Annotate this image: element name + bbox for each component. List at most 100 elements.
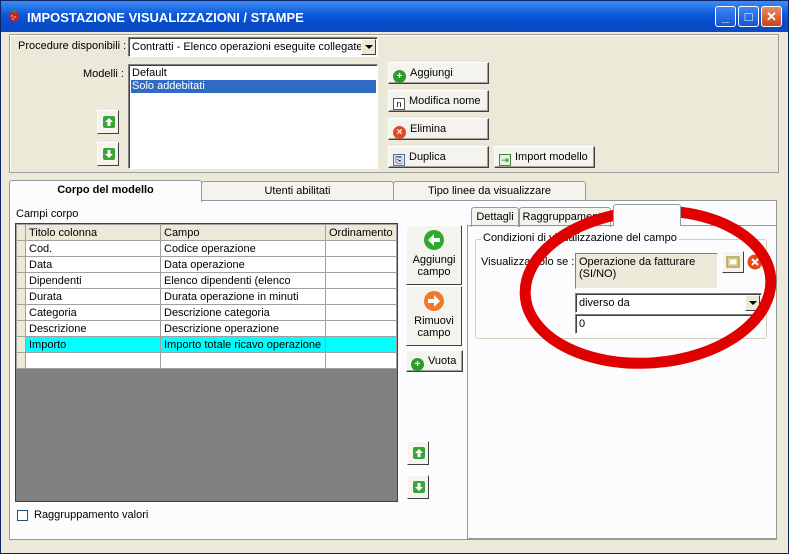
cell-titolo[interactable]: Importo xyxy=(25,336,161,353)
cell-ordinamento[interactable] xyxy=(325,272,397,289)
vuota-label: Vuota xyxy=(428,355,457,367)
campi-corpo-label: Campi corpo xyxy=(16,208,79,220)
rimuovi-campo-line2: campo xyxy=(417,327,451,339)
aggiungi-campo-button[interactable]: Aggiungi campo xyxy=(406,225,462,285)
cell-campo[interactable]: Importo totale ricavo operazione xyxy=(160,336,326,353)
cell-campo[interactable]: Descrizione categoria xyxy=(160,304,326,321)
procedure-label: Procedure disponibili : xyxy=(18,40,127,52)
aggiungi-button[interactable]: + Aggiungi xyxy=(388,62,489,84)
procedure-selected-value: Contratti - Elenco operazioni eseguite c… xyxy=(132,41,363,53)
raggruppamento-checkbox[interactable] xyxy=(17,510,28,521)
cell-ordinamento[interactable] xyxy=(325,256,397,273)
list-item[interactable]: Default xyxy=(131,67,376,80)
import-modello-button[interactable]: ⇥ Import modello xyxy=(494,146,595,168)
table-row[interactable]: Cod. Codice operazione xyxy=(16,240,397,257)
table-row-new[interactable] xyxy=(16,352,397,369)
visualizza-label: Visualizza solo se : xyxy=(481,256,575,268)
arrow-down-icon xyxy=(103,148,115,160)
vuota-button[interactable]: + Vuota xyxy=(406,350,463,372)
cell-campo[interactable]: Elenco dipendenti (elenco xyxy=(160,272,326,289)
cell-titolo[interactable]: Dipendenti xyxy=(25,272,161,289)
cell-titolo[interactable]: Durata xyxy=(25,288,161,305)
cell-titolo[interactable]: Cod. xyxy=(25,240,161,257)
aggiungi-campo-line2: campo xyxy=(417,266,451,278)
tab-corpo-modello[interactable]: Corpo del modello xyxy=(9,180,202,202)
rimuovi-campo-button[interactable]: Rimuovi campo xyxy=(406,286,462,346)
condition-value-input[interactable]: 0 xyxy=(575,314,762,334)
condition-field-display: Operazione da fatturare (SI/NO) xyxy=(575,253,718,289)
close-icon: ✕ xyxy=(766,9,777,24)
cell-ordinamento[interactable] xyxy=(325,320,397,337)
condizioni-group-label: Condizioni di visualizzazione del campo xyxy=(481,232,679,244)
move-down-button[interactable] xyxy=(97,142,119,166)
col-titolo-colonna[interactable]: Titolo colonna xyxy=(25,224,161,241)
condition-value-text: 0 xyxy=(579,318,586,330)
modifica-nome-button[interactable]: n Modifica nome xyxy=(388,90,489,112)
move-up-button[interactable] xyxy=(97,110,119,134)
elimina-label: Elimina xyxy=(410,123,447,135)
subtab-raggruppamento[interactable]: Raggruppamento xyxy=(519,207,611,227)
cell-campo[interactable]: Descrizione operazione xyxy=(160,320,326,337)
row-header-corner xyxy=(16,224,26,241)
table-row[interactable]: Durata Durata operazione in minuti xyxy=(16,288,397,305)
cell-campo[interactable]: Data operazione xyxy=(160,256,326,273)
tab-tipo-linee[interactable]: Tipo linee da visualizzare xyxy=(393,181,586,201)
chevron-down-icon[interactable] xyxy=(745,295,760,311)
duplicate-icon: ⎘ xyxy=(393,154,405,166)
minimize-button[interactable]: _ xyxy=(715,6,736,27)
modifica-nome-label: Modifica nome xyxy=(409,95,481,107)
modelli-label: Modelli : xyxy=(83,68,124,80)
field-move-up-button[interactable] xyxy=(407,441,429,465)
col-campo[interactable]: Campo xyxy=(160,224,326,241)
campi-grid[interactable]: Titolo colonna Campo Ordinamento Cod. Cod… xyxy=(15,223,398,502)
minimize-icon: _ xyxy=(721,9,730,24)
table-row[interactable]: Categoria Descrizione categoria xyxy=(16,304,397,321)
close-button[interactable]: ✕ xyxy=(761,6,782,27)
clear-field-button[interactable] xyxy=(746,253,764,271)
procedure-select[interactable]: Contratti - Elenco operazioni eseguite c… xyxy=(128,37,378,57)
rename-icon: n xyxy=(393,98,405,110)
maximize-button[interactable]: □ xyxy=(738,6,759,27)
cell-titolo[interactable]: Categoria xyxy=(25,304,161,321)
cell-titolo[interactable]: Data xyxy=(25,256,161,273)
title-bar[interactable]: IMPOSTAZIONE VISUALIZZAZIONI / STAMPE _ … xyxy=(1,1,788,32)
subtab-condizioni[interactable] xyxy=(613,204,681,226)
cell-campo[interactable]: Durata operazione in minuti xyxy=(160,288,326,305)
window-title: IMPOSTAZIONE VISUALIZZAZIONI / STAMPE xyxy=(27,10,304,25)
import-modello-label: Import modello xyxy=(515,151,588,163)
duplica-label: Duplica xyxy=(409,151,446,163)
maximize-icon: □ xyxy=(744,9,753,24)
list-item-selected[interactable]: Solo addebitati xyxy=(131,80,376,93)
aggiungi-label: Aggiungi xyxy=(410,67,453,79)
cell-ordinamento[interactable] xyxy=(325,288,397,305)
cell-campo[interactable]: Codice operazione xyxy=(160,240,326,257)
elimina-button[interactable]: × Elimina xyxy=(388,118,489,140)
field-move-down-button[interactable] xyxy=(407,475,429,499)
table-row-selected[interactable]: Importo Importo totale ricavo operazione xyxy=(16,336,397,353)
cell-ordinamento[interactable] xyxy=(325,240,397,257)
table-row[interactable]: Descrizione Descrizione operazione xyxy=(16,320,397,337)
table-row[interactable]: Dipendenti Elenco dipendenti (elenco xyxy=(16,272,397,289)
delete-icon xyxy=(746,253,764,271)
cell-ordinamento[interactable] xyxy=(325,336,397,353)
app-strawberry-icon xyxy=(7,9,21,23)
modelli-list[interactable]: Default Solo addebitati xyxy=(128,64,378,169)
cell-titolo[interactable]: Descrizione xyxy=(25,320,161,337)
chevron-down-icon[interactable] xyxy=(361,39,376,55)
operator-value: diverso da xyxy=(579,297,630,309)
cell-ordinamento[interactable] xyxy=(325,304,397,321)
arrow-up-icon xyxy=(103,116,115,128)
plus-icon: + xyxy=(411,358,424,371)
arrow-up-icon xyxy=(413,447,425,459)
import-icon: ⇥ xyxy=(499,154,511,166)
col-ordinamento[interactable]: Ordinamento xyxy=(325,224,397,241)
tab-utenti-abilitati[interactable]: Utenti abilitati xyxy=(201,181,394,201)
select-field-button[interactable] xyxy=(722,251,744,273)
operator-select[interactable]: diverso da xyxy=(575,293,762,313)
main-window: IMPOSTAZIONE VISUALIZZAZIONI / STAMPE _ … xyxy=(0,0,789,554)
table-row[interactable]: Data Data operazione xyxy=(16,256,397,273)
aggiungi-campo-line1: Aggiungi xyxy=(412,254,456,266)
subtab-dettagli[interactable]: Dettagli xyxy=(471,207,519,227)
duplica-button[interactable]: ⎘ Duplica xyxy=(388,146,489,168)
arrow-left-green-icon xyxy=(424,230,444,250)
